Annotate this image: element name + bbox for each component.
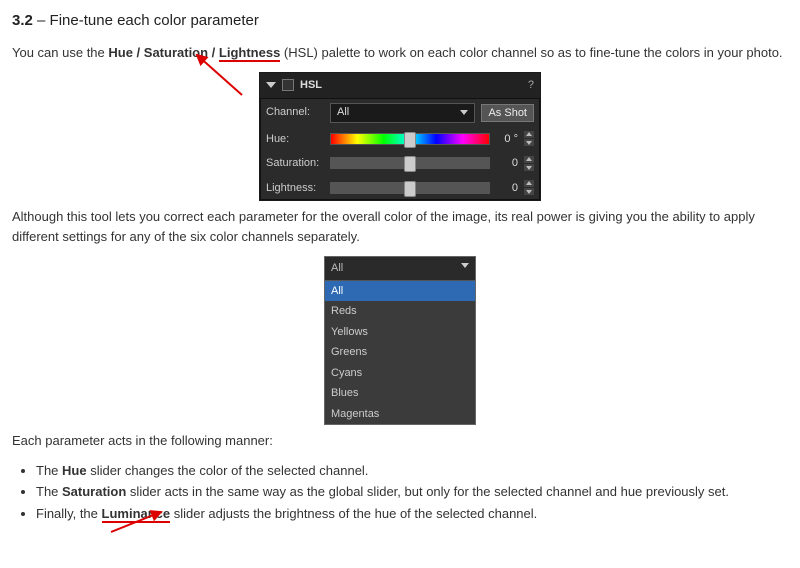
dropdown-item-cyans[interactable]: Cyans [325, 363, 475, 384]
chevron-down-icon [460, 110, 468, 115]
lightness-underlined: Lightness [219, 45, 280, 62]
paragraph-3: Each parameter acts in the following man… [12, 431, 788, 451]
hue-value: 0 ° [496, 131, 518, 148]
list-item: The Saturation slider acts in the same w… [36, 482, 788, 502]
bold-text: Saturation [62, 484, 126, 499]
lightness-label: Lightness: [266, 180, 324, 197]
text: slider acts in the same way as the globa… [126, 484, 729, 499]
slider-handle[interactable] [404, 132, 416, 148]
hue-row: Hue: 0 ° [260, 127, 540, 152]
intro-paragraph: You can use the Hue / Saturation / Light… [12, 43, 788, 63]
dropdown-item-yellows[interactable]: Yellows [325, 322, 475, 343]
dropdown-container: All All Reds Yellows Greens Cyans Blues … [12, 256, 788, 425]
paragraph-2: Although this tool lets you correct each… [12, 207, 788, 246]
hue-slider[interactable] [330, 133, 490, 145]
text: Finally, the [36, 506, 102, 521]
hsl-panel-container: HSL ? Channel: All As Shot Hue: 0 ° Satu… [12, 72, 788, 201]
lightness-spinner[interactable] [524, 180, 534, 195]
channel-select[interactable]: All [330, 103, 475, 123]
channel-dropdown[interactable]: All All Reds Yellows Greens Cyans Blues … [324, 256, 476, 425]
heading-number: 3.2 [12, 12, 33, 29]
saturation-row: Saturation: 0 [260, 151, 540, 176]
channel-value: All [337, 104, 349, 121]
slider-handle[interactable] [404, 156, 416, 172]
list-item: The Hue slider changes the color of the … [36, 461, 788, 481]
panel-checkbox[interactable] [282, 79, 294, 91]
help-icon[interactable]: ? [528, 77, 534, 94]
text: The [36, 463, 62, 478]
parameter-list: The Hue slider changes the color of the … [36, 461, 788, 524]
bold-text: Hue / Saturation / [108, 45, 219, 60]
text: (HSL) palette to work on each color chan… [280, 45, 782, 60]
collapse-triangle-icon[interactable] [266, 82, 276, 88]
saturation-spinner[interactable] [524, 156, 534, 171]
dropdown-head[interactable]: All [325, 257, 475, 281]
dropdown-item-magentas[interactable]: Magentas [325, 404, 475, 425]
text: The [36, 484, 62, 499]
bold-text: Hue [62, 463, 87, 478]
lightness-slider[interactable] [330, 182, 490, 194]
slider-handle[interactable] [404, 181, 416, 197]
dropdown-item-reds[interactable]: Reds [325, 301, 475, 322]
hsl-panel: HSL ? Channel: All As Shot Hue: 0 ° Satu… [259, 72, 541, 201]
as-shot-button[interactable]: As Shot [481, 104, 534, 122]
luminance-underlined: Luminance [102, 506, 171, 523]
saturation-slider[interactable] [330, 157, 490, 169]
hue-spinner[interactable] [524, 131, 534, 146]
hsl-panel-titlebar: HSL ? [260, 73, 540, 99]
lightness-row: Lightness: 0 [260, 176, 540, 201]
section-heading: 3.2 – Fine-tune each color parameter [12, 10, 788, 33]
text: slider adjusts the brightness of the hue… [170, 506, 537, 521]
saturation-label: Saturation: [266, 155, 324, 172]
dropdown-item-all[interactable]: All [325, 281, 475, 302]
heading-sep: – [33, 12, 50, 29]
channel-label: Channel: [266, 104, 324, 121]
saturation-value: 0 [496, 155, 518, 172]
dropdown-head-text: All [331, 262, 343, 274]
heading-title: Fine-tune each color parameter [50, 12, 259, 29]
panel-title: HSL [300, 77, 528, 94]
lightness-value: 0 [496, 180, 518, 197]
dropdown-item-blues[interactable]: Blues [325, 383, 475, 404]
text: slider changes the color of the selected… [87, 463, 369, 478]
list-item: Finally, the Luminance slider adjusts th… [36, 504, 788, 524]
channel-row: Channel: All As Shot [260, 99, 540, 127]
text: You can use the [12, 45, 108, 60]
dropdown-item-greens[interactable]: Greens [325, 342, 475, 363]
chevron-down-icon [461, 263, 469, 268]
hue-label: Hue: [266, 131, 324, 148]
